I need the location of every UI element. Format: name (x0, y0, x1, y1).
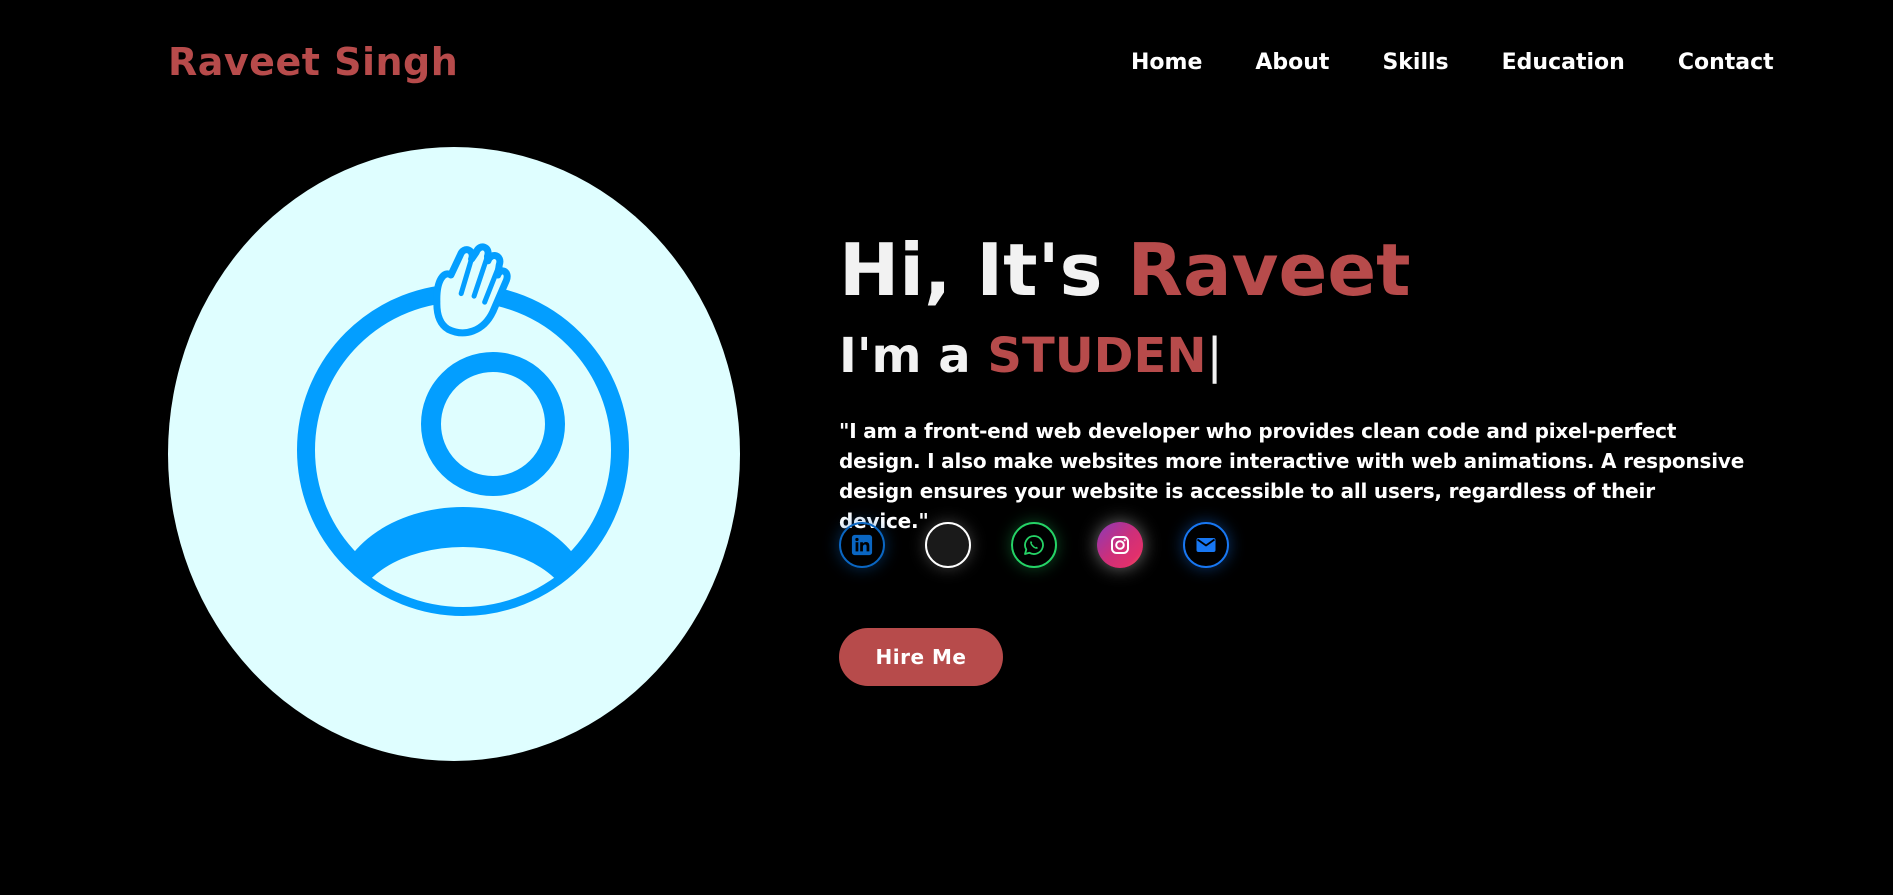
instagram-icon (1111, 536, 1129, 554)
github-icon (938, 535, 958, 555)
instagram-link[interactable] (1097, 522, 1143, 568)
nav-home[interactable]: Home (1131, 50, 1202, 75)
linkedin-link[interactable] (839, 522, 885, 568)
whatsapp-icon (1024, 535, 1044, 555)
main-nav: Home About Skills Education Contact (1131, 50, 1774, 75)
typing-caret: | (1206, 328, 1223, 384)
hire-me-button[interactable]: Hire Me (839, 628, 1003, 686)
hero-role: I'm a STUDEN| (839, 328, 1223, 384)
role-prefix: I'm a (839, 328, 988, 384)
role-typed-text: STUDEN (987, 328, 1207, 384)
nav-skills[interactable]: Skills (1382, 50, 1448, 75)
hero-greeting: Hi, It's Raveet (839, 228, 1411, 312)
linkedin-icon (851, 534, 873, 556)
profile-avatar (168, 147, 740, 761)
site-logo[interactable]: Raveet Singh (168, 40, 458, 84)
waving-user-icon (297, 243, 629, 616)
hero-description: "I am a front-end web developer who prov… (839, 419, 1745, 533)
nav-about[interactable]: About (1255, 50, 1329, 75)
nav-education[interactable]: Education (1502, 50, 1625, 75)
github-link[interactable] (925, 522, 971, 568)
nav-contact[interactable]: Contact (1678, 50, 1774, 75)
greeting-name: Raveet (1127, 228, 1411, 312)
page: Raveet Singh Home About Skills Education… (0, 0, 1893, 895)
greeting-prefix: Hi, It's (839, 228, 1128, 312)
social-links (839, 522, 1269, 568)
mail-link[interactable] (1183, 522, 1229, 568)
whatsapp-link[interactable] (1011, 522, 1057, 568)
mail-icon (1196, 538, 1216, 552)
